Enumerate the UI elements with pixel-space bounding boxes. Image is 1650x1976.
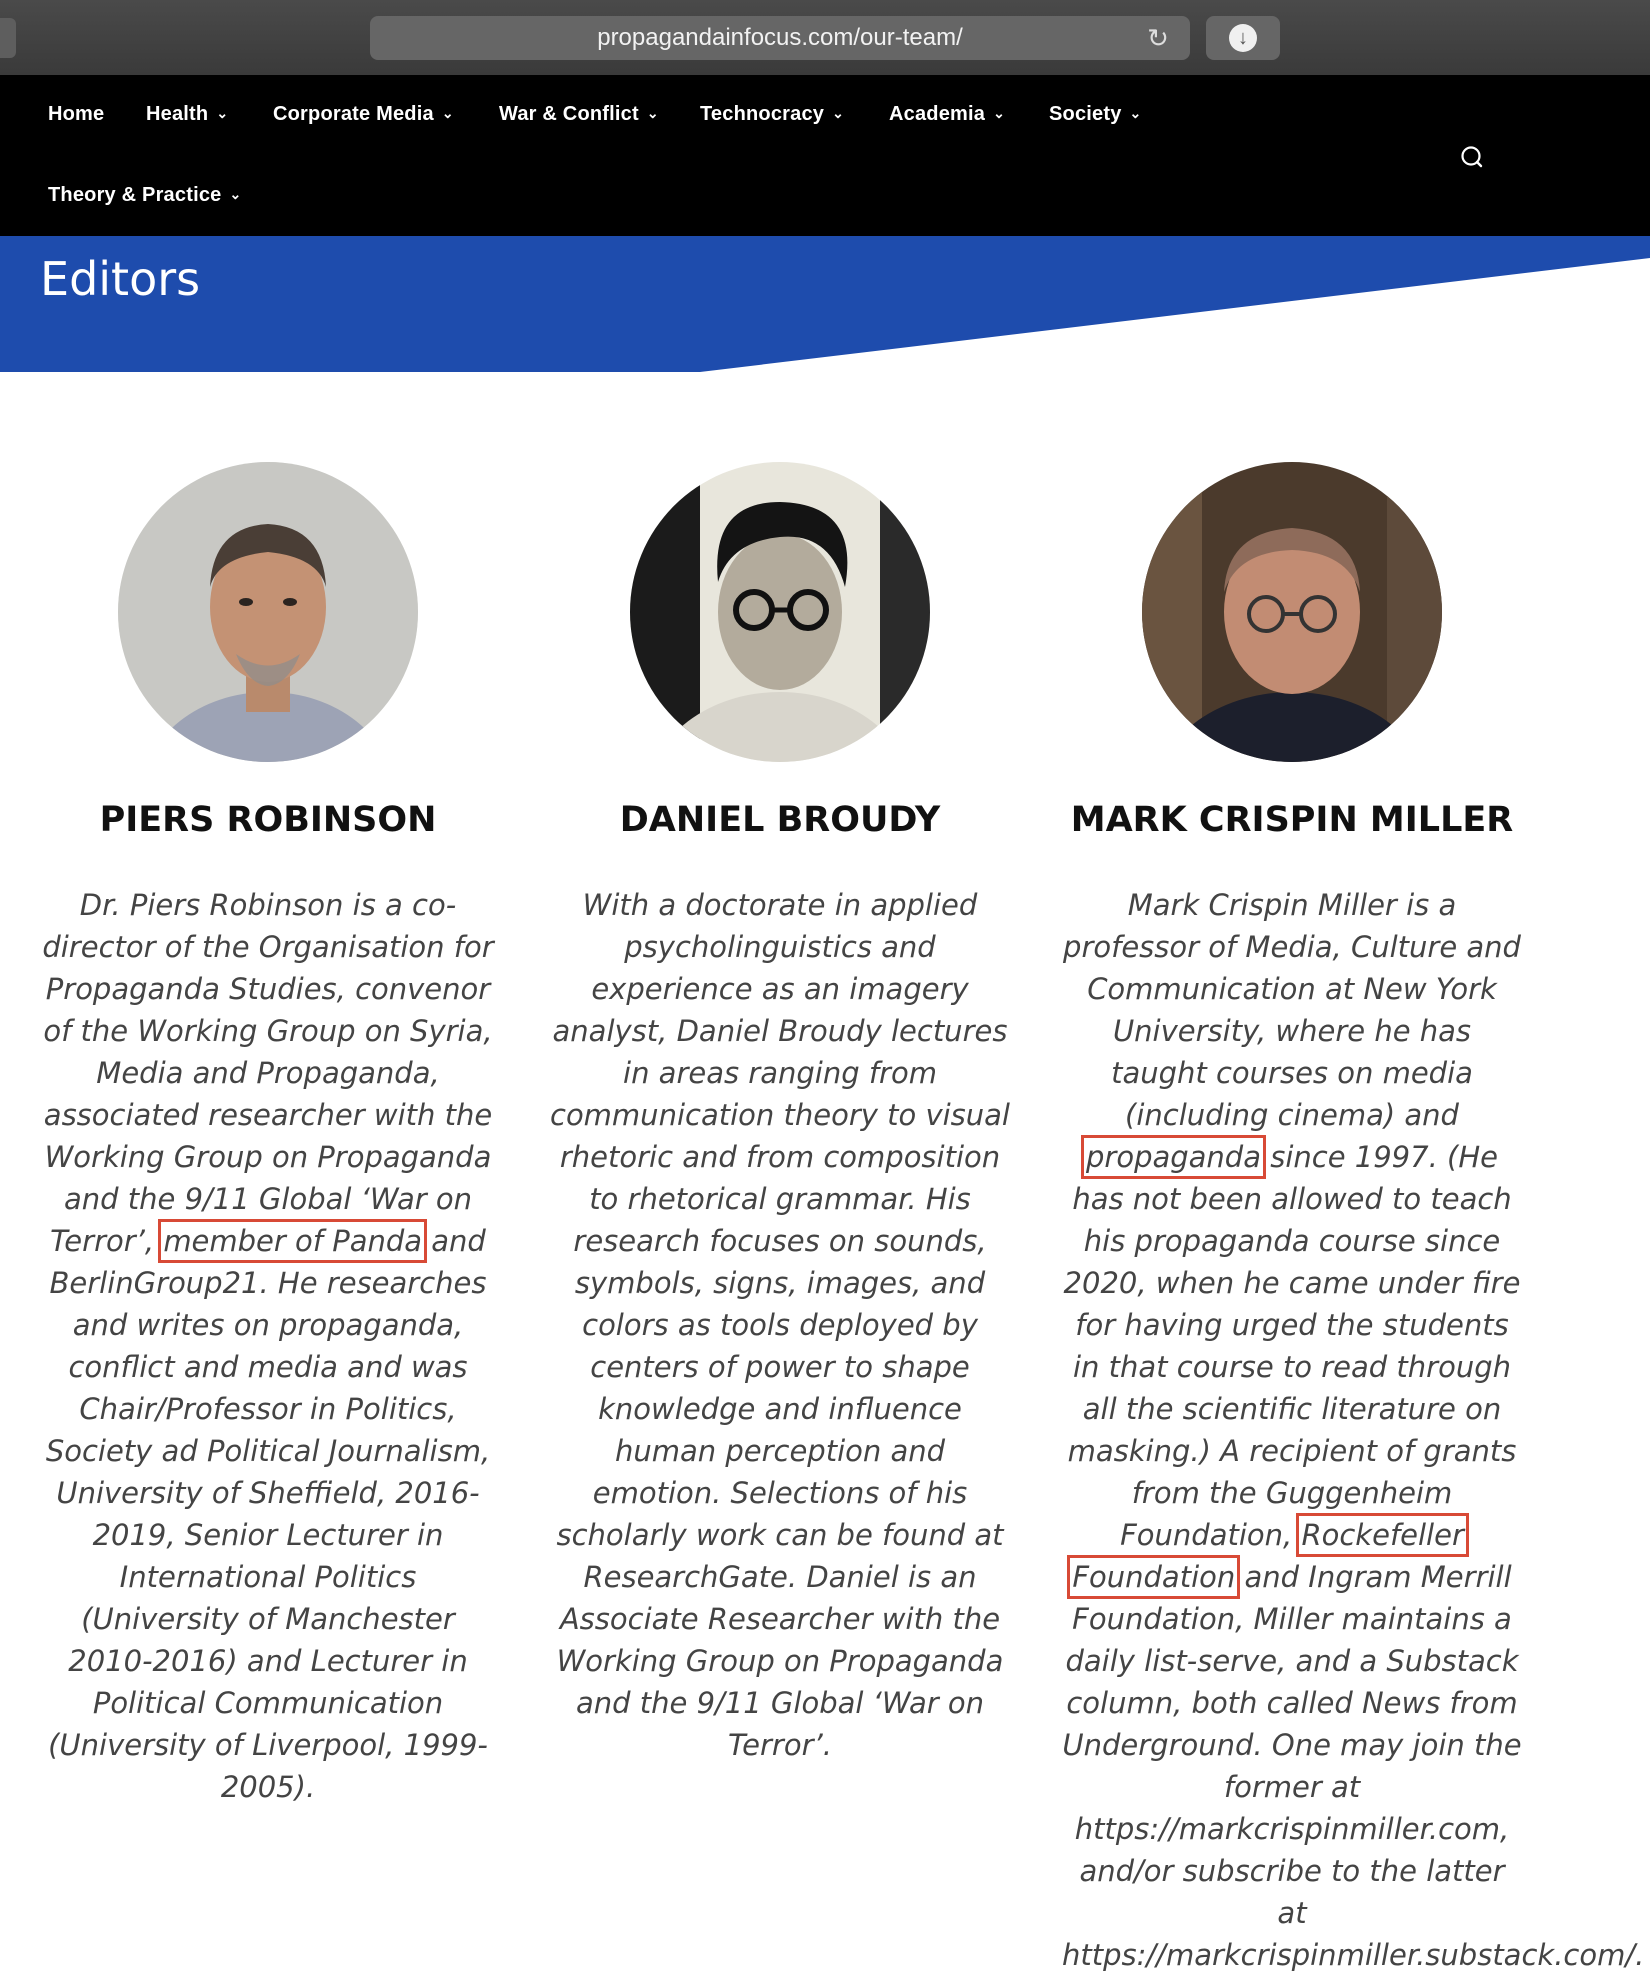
avatar: [1142, 462, 1442, 762]
nav-technocracy[interactable]: Technocracy ⌄: [700, 103, 844, 126]
sidebar-tab[interactable]: [0, 18, 16, 58]
page-banner: [0, 236, 1650, 372]
bio-text: Dr. Piers Robinson is a co-director of t…: [42, 888, 494, 1258]
portrait-photo: [630, 462, 930, 762]
main-nav: Home Health ⌄ Corporate Media ⌄ War & Conf…: [0, 75, 1650, 236]
nav-theory-practice[interactable]: Theory & Practice ⌄: [48, 184, 241, 207]
bio-text: and Ingram Merrill Foundation, Miller ma…: [1062, 1560, 1645, 1972]
page-title: Editors: [40, 252, 201, 306]
portrait-photo: [118, 462, 418, 762]
browser-toolbar: propagandainfocus.com/our-team/ ↻ ↓: [0, 0, 1650, 75]
nav-home[interactable]: Home: [48, 103, 104, 126]
editor-card-daniel-broudy: DANIEL BROUDY With a doctorate in applie…: [530, 462, 1030, 1766]
banner-shape: [0, 236, 1650, 372]
chevron-down-icon: ⌄: [229, 186, 242, 202]
editor-card-piers-robinson: PIERS ROBINSON Dr. Piers Robinson is a c…: [18, 462, 518, 1808]
download-icon: ↓: [1229, 24, 1257, 52]
bio-text: With a doctorate in applied psycholingui…: [550, 888, 1010, 1762]
editor-bio: Dr. Piers Robinson is a co-director of t…: [38, 884, 498, 1808]
reload-icon[interactable]: ↻: [1144, 24, 1172, 52]
chevron-down-icon: ⌄: [1129, 105, 1142, 121]
editor-bio: Mark Crispin Miller is a professor of Me…: [1062, 884, 1644, 1976]
editor-card-mark-crispin-miller: MARK CRISPIN MILLER Mark Crispin Miller …: [1042, 462, 1644, 1976]
editor-name: PIERS ROBINSON: [99, 800, 437, 840]
chevron-down-icon: ⌄: [441, 105, 454, 121]
chevron-down-icon: ⌄: [993, 105, 1006, 121]
avatar: [630, 462, 930, 762]
nav-society[interactable]: Society ⌄: [1049, 103, 1141, 126]
nav-corporate-media[interactable]: Corporate Media ⌄: [273, 103, 454, 126]
nav-war-conflict[interactable]: War & Conflict ⌄: [499, 103, 659, 126]
nav-academia[interactable]: Academia ⌄: [889, 103, 1005, 126]
nav-health[interactable]: Health ⌄: [146, 103, 228, 126]
portrait-photo: [1142, 462, 1442, 762]
editor-bio: With a doctorate in applied psycholingui…: [550, 884, 1010, 1766]
editor-name: MARK CRISPIN MILLER: [1070, 800, 1514, 840]
chevron-down-icon: ⌄: [216, 105, 229, 121]
bio-text: since 1997. (He has not been allowed to …: [1063, 1140, 1521, 1552]
chevron-down-icon: ⌄: [832, 105, 845, 121]
download-button[interactable]: ↓: [1206, 16, 1280, 60]
address-bar[interactable]: propagandainfocus.com/our-team/ ↻: [370, 16, 1190, 60]
editor-name: DANIEL BROUDY: [619, 800, 941, 840]
bio-text: and BerlinGroup21. He researches and wri…: [45, 1224, 491, 1804]
avatar: [118, 462, 418, 762]
chevron-down-icon: ⌄: [646, 105, 659, 121]
url-text[interactable]: propagandainfocus.com/our-team/: [597, 24, 963, 52]
highlighted-phrase: propaganda: [1081, 1135, 1266, 1179]
search-icon[interactable]: [1460, 145, 1484, 169]
bio-text: Mark Crispin Miller is a professor of Me…: [1063, 888, 1521, 1132]
highlighted-phrase: member of Panda: [158, 1219, 428, 1263]
